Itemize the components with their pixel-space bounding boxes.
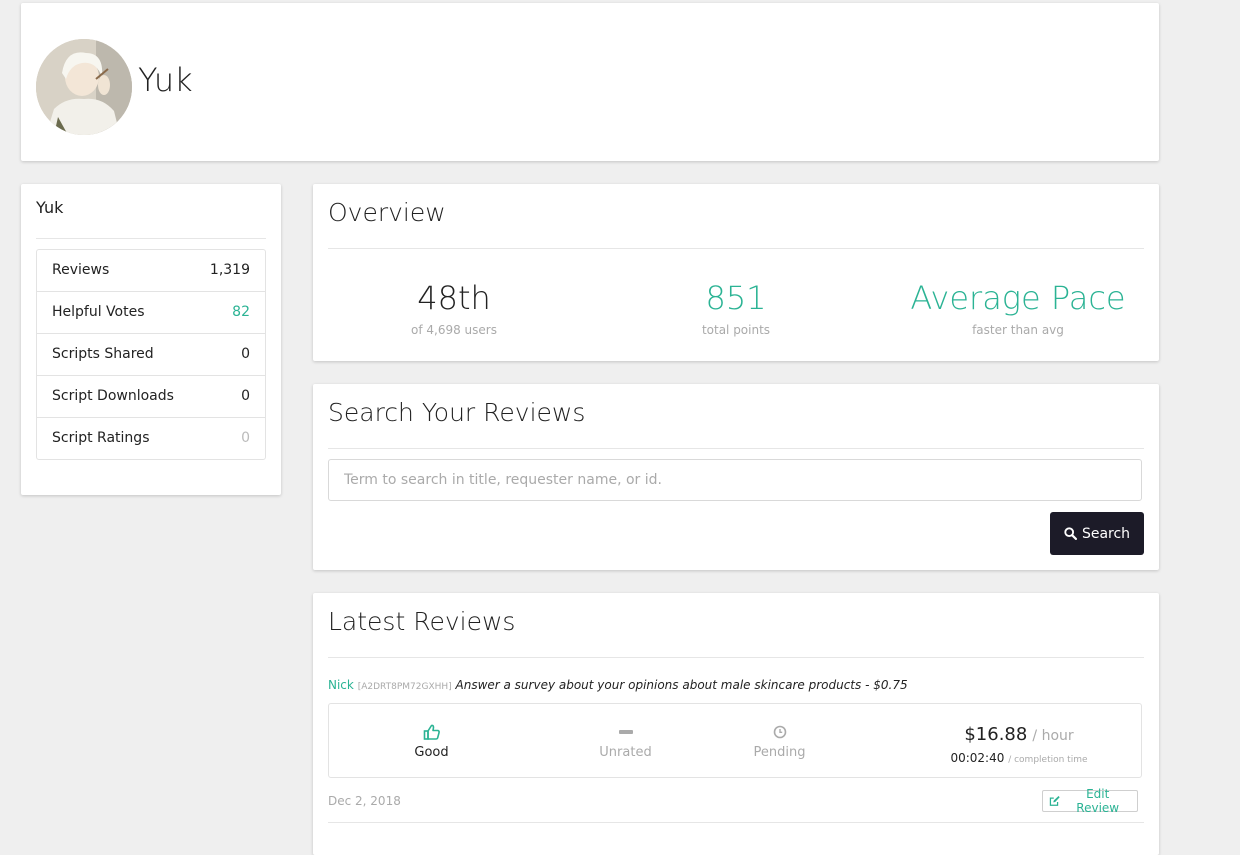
stat-row-helpful-votes: Helpful Votes 82 xyxy=(37,292,265,334)
divider xyxy=(328,248,1144,249)
rating-label: Good xyxy=(414,745,449,760)
stat-row-reviews: Reviews 1,319 xyxy=(37,250,265,292)
points-value: 851 xyxy=(705,279,767,317)
stat-value: 0 xyxy=(241,388,250,404)
user-stats-sidebar: Yuk Reviews 1,319 Helpful Votes 82 Scrip… xyxy=(21,184,281,495)
search-button-label: Search xyxy=(1081,525,1131,542)
search-button[interactable]: Search xyxy=(1050,512,1144,555)
sidebar-title: Yuk xyxy=(36,198,64,217)
clock-icon xyxy=(773,725,786,739)
profile-name: Yuk xyxy=(138,61,193,99)
stat-value: 0 xyxy=(241,346,250,362)
edit-review-button[interactable]: Edit Review xyxy=(1042,787,1138,815)
divider xyxy=(328,822,1144,823)
requester-link[interactable]: Nick xyxy=(328,678,354,692)
overview-title: Overview xyxy=(328,198,446,227)
overview-panel: Overview 48th of 4,698 users 851 total p… xyxy=(313,184,1159,361)
profile-header: Yuk xyxy=(21,3,1159,161)
points-stat: 851 total points xyxy=(595,279,877,337)
pace-caption: faster than avg xyxy=(972,323,1064,337)
reviews-title: Latest Reviews xyxy=(328,607,516,636)
review-ratings-box: Good Unrated Pending $16.88 / hour 00:02… xyxy=(328,703,1142,778)
stat-label: Script Downloads xyxy=(52,388,174,404)
pace-value: Average Pace xyxy=(910,279,1126,317)
divider xyxy=(36,238,266,239)
thumbs-up-icon xyxy=(423,724,440,740)
hit-title: Answer a survey about your opinions abou… xyxy=(455,678,862,692)
latest-reviews-panel: Latest Reviews Nick [A2DRT8PM72GXHH] Ans… xyxy=(313,593,1159,855)
stat-value: 0 xyxy=(241,430,250,446)
requester-id: [A2DRT8PM72GXHH] xyxy=(357,682,452,692)
stat-label: Script Ratings xyxy=(52,430,150,446)
dash-icon xyxy=(618,730,633,734)
stat-row-script-downloads: Script Downloads 0 xyxy=(37,376,265,418)
rating-unrated: Unrated xyxy=(563,722,688,760)
search-input[interactable] xyxy=(328,459,1142,501)
stat-value: 82 xyxy=(232,304,250,320)
hit-reward: $0.75 xyxy=(873,678,908,692)
edit-review-label: Edit Review xyxy=(1076,787,1120,815)
edit-icon xyxy=(1049,796,1060,806)
review-header: Nick [A2DRT8PM72GXHH] Answer a survey ab… xyxy=(328,678,908,692)
pay-rate: $16.88 / hour 00:02:40 / completion time xyxy=(909,724,1129,765)
stat-label: Helpful Votes xyxy=(52,304,145,320)
title-separator: - xyxy=(861,678,874,692)
divider xyxy=(328,657,1144,658)
stat-row-scripts-shared: Scripts Shared 0 xyxy=(37,334,265,376)
rating-label: Unrated xyxy=(599,745,652,760)
search-icon xyxy=(1064,527,1077,540)
review-date: Dec 2, 2018 xyxy=(328,794,401,808)
hourly-rate: $16.88 xyxy=(964,724,1028,745)
points-caption: total points xyxy=(701,323,771,337)
rank-stat: 48th of 4,698 users xyxy=(313,279,595,337)
rank-value: 48th xyxy=(417,279,491,317)
stat-value: 1,319 xyxy=(209,262,250,278)
completion-time: 00:02:40 xyxy=(950,751,1005,765)
stats-list: Reviews 1,319 Helpful Votes 82 Scripts S… xyxy=(36,249,266,460)
stat-row-script-ratings: Script Ratings 0 xyxy=(37,418,265,459)
stat-label: Reviews xyxy=(52,262,110,278)
search-panel: Search Your Reviews Search xyxy=(313,384,1159,570)
rating-pending: Pending xyxy=(717,722,842,760)
avatar xyxy=(36,39,132,135)
rating-good: Good xyxy=(369,722,494,760)
rank-caption: of 4,698 users xyxy=(411,323,497,337)
stat-label: Scripts Shared xyxy=(52,346,154,362)
completion-time-unit: / completion time xyxy=(1008,755,1088,765)
hourly-unit: / hour xyxy=(1032,728,1074,744)
divider xyxy=(328,448,1144,449)
search-title: Search Your Reviews xyxy=(328,398,586,427)
pace-stat: Average Pace faster than avg xyxy=(877,279,1159,337)
rating-label: Pending xyxy=(753,745,806,760)
